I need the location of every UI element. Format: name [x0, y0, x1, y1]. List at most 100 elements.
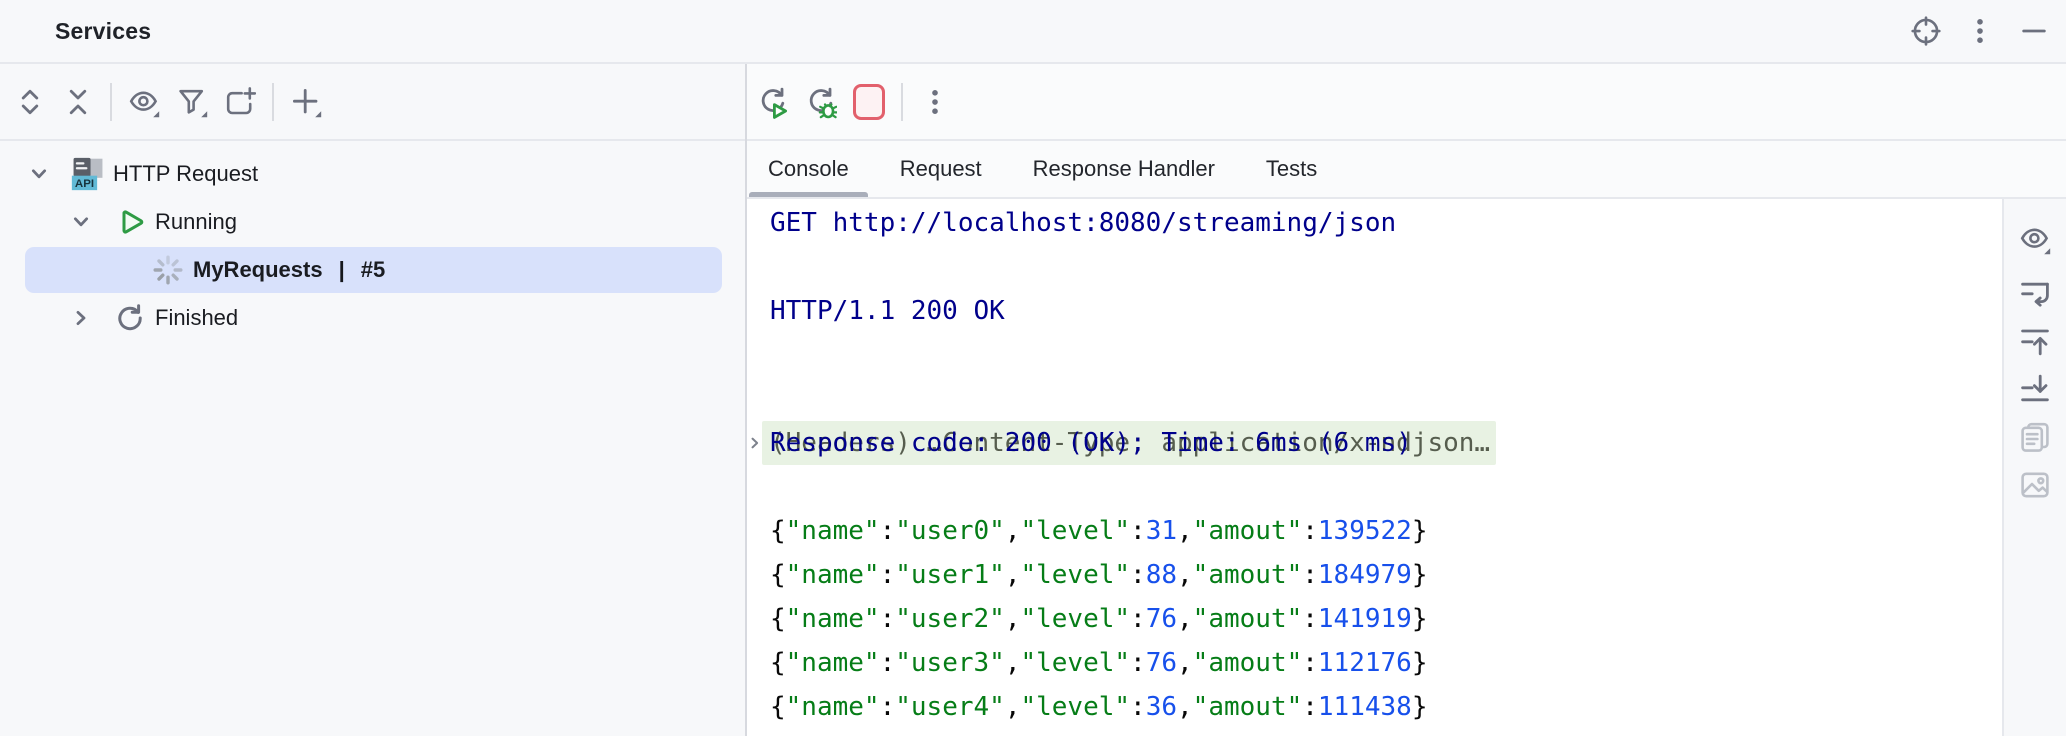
console-line: Response code: 200 (OK); Time: 6ms (6 ms…	[747, 421, 2004, 465]
console-line	[747, 377, 2004, 421]
console-text-segment: :	[880, 516, 896, 546]
locate-icon[interactable]	[1910, 15, 1942, 47]
tab-console[interactable]: Console	[747, 141, 870, 197]
view-options-icon[interactable]	[2019, 223, 2051, 255]
console-text-segment: "level"	[1020, 560, 1130, 590]
console-text-segment: "user4"	[895, 692, 1005, 722]
console-text-segment: 112176	[1318, 648, 1412, 678]
hide-icon[interactable]	[2018, 15, 2050, 47]
console-text-segment: }	[1412, 648, 1428, 678]
console-line: {"name":"user4","level":36,"amout":11143…	[747, 685, 2004, 729]
tab-response-handler[interactable]: Response Handler	[1012, 141, 1236, 197]
tab-request[interactable]: Request	[879, 141, 1003, 197]
view-options-icon[interactable]	[128, 86, 160, 118]
console-text-segment: :	[1302, 604, 1318, 634]
tree-item-label: Finished	[155, 305, 238, 331]
console-text-segment: {	[770, 692, 786, 722]
add-service-icon[interactable]	[290, 86, 322, 118]
console-text-segment: }	[1412, 560, 1428, 590]
header-actions	[1910, 0, 2050, 62]
open-in-new-tab-icon[interactable]	[224, 86, 256, 118]
tab-label: Request	[900, 156, 982, 182]
tree-item-finished[interactable]: Finished	[0, 294, 745, 342]
console-line: HTTP/1.1 200 OK	[747, 289, 2004, 333]
console-text-segment: :	[1302, 560, 1318, 590]
console-text-segment: ,	[1005, 516, 1021, 546]
tree-item-label: MyRequests	[193, 257, 323, 283]
tree-item-label: HTTP Request	[113, 161, 258, 187]
console-text-segment: 88	[1146, 560, 1177, 590]
tab-label: Response Handler	[1033, 156, 1215, 182]
scroll-to-top-icon[interactable]	[2019, 325, 2051, 357]
console-text-segment: :	[880, 692, 896, 722]
soft-wrap-icon[interactable]	[2019, 277, 2051, 309]
console-text-segment: :	[1302, 516, 1318, 546]
console-line: {"name":"user2","level":76,"amout":14191…	[747, 597, 2004, 641]
run-toolbar	[747, 64, 2066, 141]
services-tree: API HTTP Request Running	[0, 141, 745, 342]
console-output: GET http://localhost:8080/streaming/json…	[747, 199, 2004, 736]
expand-all-icon[interactable]	[14, 86, 46, 118]
tree-item-http-request[interactable]: API HTTP Request	[0, 150, 745, 198]
console-text-segment: "name"	[786, 648, 880, 678]
more-vertical-icon[interactable]	[919, 86, 951, 118]
tree-item-running[interactable]: Running	[0, 198, 745, 246]
tab-label: Console	[768, 156, 849, 182]
tab-tests[interactable]: Tests	[1245, 141, 1338, 197]
console-text-segment: :	[1130, 516, 1146, 546]
console-text-segment: "name"	[786, 692, 880, 722]
scroll-to-bottom-icon[interactable]	[2019, 373, 2051, 405]
console-text-segment: :	[1130, 692, 1146, 722]
toolbar-separator	[110, 83, 112, 121]
console-text-segment: }	[1412, 516, 1428, 546]
console-text-segment: }	[1412, 692, 1428, 722]
console-text-segment: :	[1302, 692, 1318, 722]
collapse-all-icon[interactable]	[62, 86, 94, 118]
console-text-segment: "amout"	[1193, 692, 1303, 722]
console-line: {"name":"user1","level":88,"amout":18497…	[747, 553, 2004, 597]
console-text-segment: :	[1302, 648, 1318, 678]
console-line: {"name":"user3","level":76,"amout":11217…	[747, 641, 2004, 685]
toolbar-separator	[272, 83, 274, 121]
console-text-segment: "level"	[1020, 516, 1130, 546]
rerun-debug-icon[interactable]	[805, 86, 837, 118]
console-text-segment: "user0"	[895, 516, 1005, 546]
tree-item-separator: |	[339, 257, 345, 283]
fold-chevron-icon[interactable]	[747, 345, 765, 365]
copy-text-icon[interactable]	[2019, 421, 2051, 453]
page-title: Services	[55, 18, 151, 45]
console-text-segment: {	[770, 560, 786, 590]
stop-icon[interactable]	[853, 86, 885, 118]
console-text-segment: ,	[1177, 692, 1193, 722]
console-text-segment: "user2"	[895, 604, 1005, 634]
console-text-segment: {	[770, 516, 786, 546]
console-text-segment: {	[770, 648, 786, 678]
console-text-segment: 141919	[1318, 604, 1412, 634]
tree-selection[interactable]: MyRequests | #5	[25, 247, 722, 293]
running-play-icon	[113, 205, 147, 239]
console-text-segment: :	[1130, 604, 1146, 634]
chevron-down-icon[interactable]	[23, 158, 55, 190]
more-vertical-icon[interactable]	[1964, 15, 1996, 47]
tree-item-run-number: #5	[361, 257, 385, 283]
tree-item-myrequests[interactable]: MyRequests | #5	[0, 246, 745, 294]
console-text-segment: ,	[1177, 604, 1193, 634]
chevron-right-icon[interactable]	[65, 302, 97, 334]
chevron-down-icon[interactable]	[65, 206, 97, 238]
rerun-icon[interactable]	[757, 86, 789, 118]
console-text-segment: HTTP/1.1 200 OK	[770, 296, 1005, 326]
loading-spinner-icon	[151, 253, 185, 287]
console-text-segment: "level"	[1020, 648, 1130, 678]
console-text-segment: ,	[1005, 648, 1021, 678]
image-view-icon[interactable]	[2019, 469, 2051, 501]
console-text-segment: 111438	[1318, 692, 1412, 722]
console-text-segment: ,	[1177, 648, 1193, 678]
console-text-segment: 76	[1146, 648, 1177, 678]
filter-icon[interactable]	[176, 86, 208, 118]
tree-toolbar	[0, 64, 745, 141]
console-line: {"name":"user0","level":31,"amout":13952…	[747, 509, 2004, 553]
console-text-segment: 139522	[1318, 516, 1412, 546]
console-text-segment: "user1"	[895, 560, 1005, 590]
services-tree-panel: API HTTP Request Running	[0, 64, 745, 736]
console-side-toolbar	[2002, 199, 2066, 736]
